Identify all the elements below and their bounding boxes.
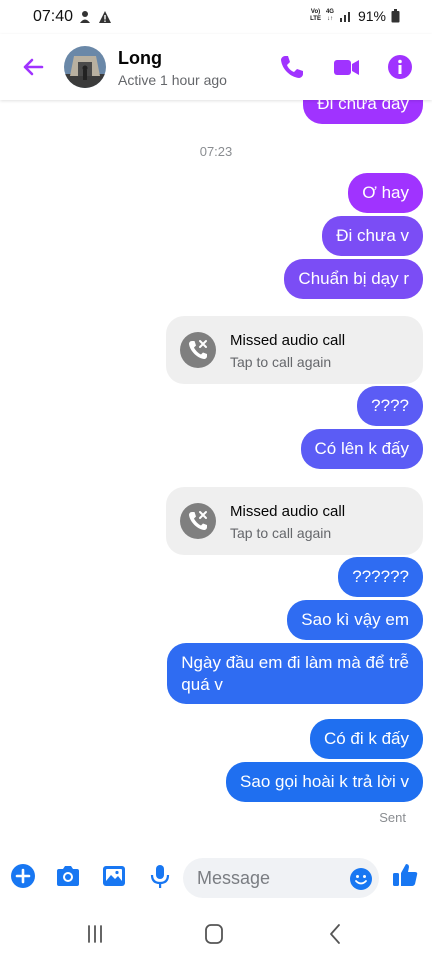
status-notification-icons (78, 10, 112, 24)
battery-icon (391, 9, 400, 23)
missed-call-card[interactable]: Missed audio call Tap to call again (166, 316, 423, 384)
message-bubble[interactable]: Ngày đầu em đi làm mà để trễ quá v (167, 643, 423, 704)
message-timestamp: 07:23 (199, 144, 233, 159)
missed-call-title: Missed audio call (230, 332, 346, 349)
warning-icon (99, 11, 111, 23)
notification-icon (80, 11, 90, 23)
message-bubble[interactable]: Sao kì vậy em (287, 600, 423, 640)
signal-icon (339, 12, 350, 22)
avatar[interactable] (64, 46, 106, 88)
missed-call-icon (180, 332, 216, 368)
missed-call-card[interactable]: Missed audio call Tap to call again (166, 487, 423, 555)
status-right: Vo) LTE 4G ↓↑ 91% (310, 8, 400, 24)
composer-bar (0, 848, 432, 908)
message-thread[interactable]: Đi chưa đây 07:23 Ơ hay Đi chưa v Chuẩn … (0, 100, 432, 840)
message-bubble[interactable]: ???? (357, 386, 423, 426)
message-line: quá v (181, 675, 223, 694)
gallery-icon[interactable] (100, 862, 128, 890)
missed-call-icon (180, 503, 216, 539)
sent-status: Sent (379, 810, 406, 825)
message-line: Ngày đầu em đi làm mà để trễ (181, 653, 409, 672)
message-bubble[interactable]: Có đi k đấy (309, 719, 423, 759)
contact-status: Active 1 hour ago (118, 72, 227, 88)
video-camera-icon[interactable] (331, 52, 361, 82)
avatar-image (64, 46, 106, 88)
back-arrow-icon[interactable] (18, 52, 48, 82)
microphone-icon[interactable] (146, 862, 174, 890)
missed-call-subtitle: Tap to call again (230, 354, 332, 370)
message-bubble[interactable]: ?????? (338, 557, 423, 597)
thumbs-up-icon[interactable] (391, 861, 419, 889)
plus-icon[interactable] (9, 862, 37, 890)
emoji-icon[interactable] (349, 867, 373, 891)
back-nav-icon[interactable] (322, 922, 350, 946)
missed-call-title: Missed audio call (230, 503, 346, 520)
battery-percent: 91% (357, 8, 386, 24)
network-indicator: Vo) LTE (310, 9, 321, 22)
system-nav-bar (0, 908, 432, 960)
message-bubble[interactable]: Có lên k đấy (300, 429, 423, 469)
network-type: 4G ↓↑ (325, 9, 334, 22)
message-bubble[interactable]: Ơ hay (348, 173, 423, 213)
chat-header: Long Active 1 hour ago (0, 34, 432, 100)
status-bar: 07:40 Vo) LTE 4G ↓↑ 91% (0, 0, 432, 34)
contact-name[interactable]: Long (118, 48, 162, 69)
info-icon[interactable] (385, 52, 415, 82)
message-bubble[interactable]: Đi chưa đây (303, 100, 423, 124)
home-icon[interactable] (200, 922, 228, 946)
recent-apps-icon[interactable] (81, 922, 109, 946)
message-bubble[interactable]: Sao gọi hoài k trả lời v (226, 762, 423, 802)
camera-icon[interactable] (54, 862, 82, 890)
message-bubble[interactable]: Chuẩn bị dạy r (284, 259, 423, 299)
status-time: 07:40 (33, 8, 74, 25)
missed-call-subtitle: Tap to call again (230, 525, 332, 541)
message-bubble[interactable]: Đi chưa v (322, 216, 423, 256)
phone-icon[interactable] (277, 52, 307, 82)
